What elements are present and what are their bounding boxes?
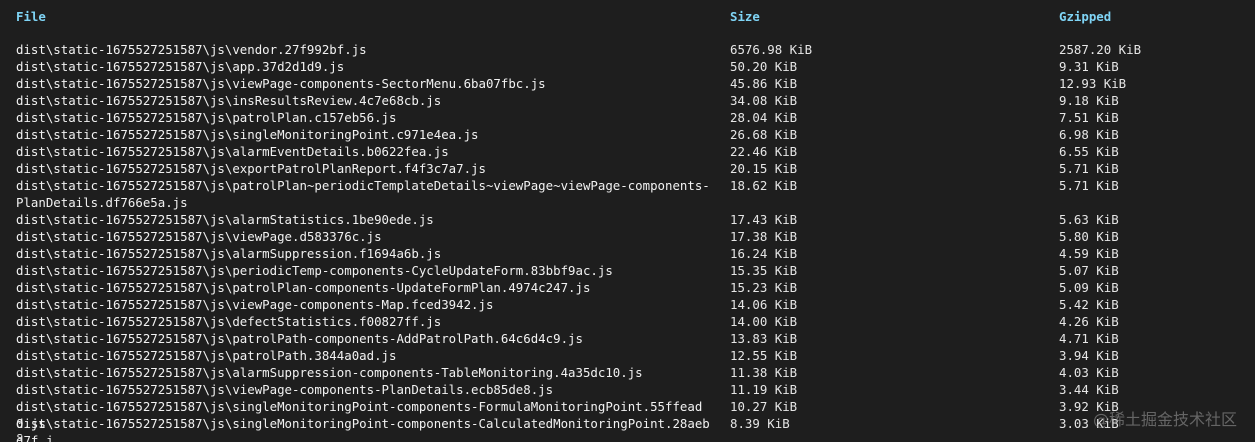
table-row: dist\static-1675527251587\js\alarmEventD… — [0, 143, 1255, 160]
gzipped-size: 12.93 KiB — [1059, 76, 1127, 91]
file-path: dist\static-1675527251587\js\singleMonit… — [16, 127, 479, 142]
file-path: dist\static-1675527251587\js\periodicTem… — [16, 263, 613, 278]
table-row: dist\static-1675527251587\js\vendor.27f9… — [0, 41, 1255, 58]
gzipped-size: 5.71 KiB — [1059, 178, 1119, 193]
gzipped-size: 5.09 KiB — [1059, 280, 1119, 295]
table-row: dist\static-1675527251587\js\singleMonit… — [0, 126, 1255, 143]
table-row: dist\static-1675527251587\js\alarmSuppre… — [0, 245, 1255, 262]
file-size: 14.00 KiB — [730, 314, 798, 329]
table-row: dist\static-1675527251587\js\patrolPlan~… — [0, 177, 1255, 211]
table-row: dist\static-1675527251587\js\viewPage-co… — [0, 75, 1255, 92]
table-row: dist\static-1675527251587\js\viewPage-co… — [0, 296, 1255, 313]
table-row: dist\static-1675527251587\js\app.37d2d1d… — [0, 58, 1255, 75]
gzipped-size: 7.51 KiB — [1059, 110, 1119, 125]
file-size: 13.83 KiB — [730, 331, 798, 346]
file-path: dist\static-1675527251587\js\patrolPlan.… — [16, 110, 397, 125]
file-path: dist\static-1675527251587\js\alarmSuppre… — [16, 246, 442, 261]
file-size: 8.39 KiB — [730, 416, 790, 431]
table-row: dist\static-1675527251587\js\viewPage-co… — [0, 381, 1255, 398]
file-list: dist\static-1675527251587\js\vendor.27f9… — [0, 41, 1255, 442]
file-path: dist\static-1675527251587\js\alarmStatis… — [16, 212, 434, 227]
file-column-header: File — [16, 9, 46, 24]
file-path: dist\static-1675527251587\js\vendor.27f9… — [16, 42, 367, 57]
table-row: dist\static-1675527251587\js\insResultsR… — [0, 92, 1255, 109]
table-row: dist\static-1675527251587\js\alarmSuppre… — [0, 364, 1255, 381]
table-row: dist\static-1675527251587\js\patrolPlan-… — [0, 279, 1255, 296]
gzipped-size: 3.94 KiB — [1059, 348, 1119, 363]
gzipped-size: 3.44 KiB — [1059, 382, 1119, 397]
gzipped-size: 4.03 KiB — [1059, 365, 1119, 380]
file-size: 20.15 KiB — [730, 161, 798, 176]
table-header: File Size Gzipped — [0, 9, 1255, 25]
file-size: 10.27 KiB — [730, 399, 798, 414]
gzipped-size: 4.26 KiB — [1059, 314, 1119, 329]
file-path: dist\static-1675527251587\js\viewPage-co… — [16, 76, 546, 91]
file-path: dist\static-1675527251587\js\patrolPlan~… — [16, 178, 710, 210]
file-size: 17.43 KiB — [730, 212, 798, 227]
gzipped-size: 5.07 KiB — [1059, 263, 1119, 278]
file-path: dist\static-1675527251587\js\exportPatro… — [16, 161, 486, 176]
gzipped-size: 2587.20 KiB — [1059, 42, 1142, 57]
gzipped-size: 5.71 KiB — [1059, 161, 1119, 176]
size-column-header: Size — [730, 9, 760, 24]
file-size: 15.23 KiB — [730, 280, 798, 295]
table-row: dist\static-1675527251587\js\singleMonit… — [0, 415, 1255, 442]
table-row: dist\static-1675527251587\js\periodicTem… — [0, 262, 1255, 279]
file-path: dist\static-1675527251587\js\patrolPath-… — [16, 331, 583, 346]
file-path: dist\static-1675527251587\js\singleMonit… — [16, 416, 710, 442]
gzipped-size: 9.31 KiB — [1059, 59, 1119, 74]
file-path: dist\static-1675527251587\js\defectStati… — [16, 314, 442, 329]
file-size: 17.38 KiB — [730, 229, 798, 244]
file-size: 22.46 KiB — [730, 144, 798, 159]
table-row: dist\static-1675527251587\js\defectStati… — [0, 313, 1255, 330]
file-size: 15.35 KiB — [730, 263, 798, 278]
gzipped-size: 5.80 KiB — [1059, 229, 1119, 244]
terminal-window: File Size Gzipped dist\static-1675527251… — [0, 0, 1255, 442]
file-size: 50.20 KiB — [730, 59, 798, 74]
file-size: 26.68 KiB — [730, 127, 798, 142]
table-row: dist\static-1675527251587\js\patrolPath.… — [0, 347, 1255, 364]
gzipped-size: 4.59 KiB — [1059, 246, 1119, 261]
watermark: @稀土掘金技术社区 — [1092, 410, 1237, 429]
file-size: 45.86 KiB — [730, 76, 798, 91]
trailing-output-fragment: s — [16, 433, 22, 442]
file-path: dist\static-1675527251587\js\alarmSuppre… — [16, 365, 643, 380]
file-path: dist\static-1675527251587\js\viewPage.d5… — [16, 229, 382, 244]
gzipped-size: 5.42 KiB — [1059, 297, 1119, 312]
gzipped-size: 9.18 KiB — [1059, 93, 1119, 108]
table-row: dist\static-1675527251587\js\viewPage.d5… — [0, 228, 1255, 245]
table-row: dist\static-1675527251587\js\singleMonit… — [0, 398, 1255, 431]
file-size: 11.38 KiB — [730, 365, 798, 380]
file-size: 12.55 KiB — [730, 348, 798, 363]
table-row: dist\static-1675527251587\js\alarmStatis… — [0, 211, 1255, 228]
file-path: dist\static-1675527251587\js\patrolPlan-… — [16, 280, 591, 295]
file-size: 11.19 KiB — [730, 382, 798, 397]
gzipped-size: 5.63 KiB — [1059, 212, 1119, 227]
file-size: 14.06 KiB — [730, 297, 798, 312]
table-row: dist\static-1675527251587\js\patrolPath-… — [0, 330, 1255, 347]
gzipped-size: 4.71 KiB — [1059, 331, 1119, 346]
table-row: dist\static-1675527251587\js\exportPatro… — [0, 160, 1255, 177]
file-path: dist\static-1675527251587\js\patrolPath.… — [16, 348, 397, 363]
file-size: 18.62 KiB — [730, 178, 798, 193]
file-path: dist\static-1675527251587\js\alarmEventD… — [16, 144, 449, 159]
gzipped-size: 6.98 KiB — [1059, 127, 1119, 142]
gzipped-column-header: Gzipped — [1059, 9, 1112, 24]
file-size: 6576.98 KiB — [730, 42, 813, 57]
gzipped-size: 6.55 KiB — [1059, 144, 1119, 159]
file-size: 28.04 KiB — [730, 110, 798, 125]
file-size: 16.24 KiB — [730, 246, 798, 261]
file-size: 34.08 KiB — [730, 93, 798, 108]
file-path: dist\static-1675527251587\js\viewPage-co… — [16, 297, 494, 312]
file-path: dist\static-1675527251587\js\viewPage-co… — [16, 382, 554, 397]
table-row: dist\static-1675527251587\js\patrolPlan.… — [0, 109, 1255, 126]
file-path: dist\static-1675527251587\js\insResultsR… — [16, 93, 442, 108]
file-path: dist\static-1675527251587\js\app.37d2d1d… — [16, 59, 345, 74]
